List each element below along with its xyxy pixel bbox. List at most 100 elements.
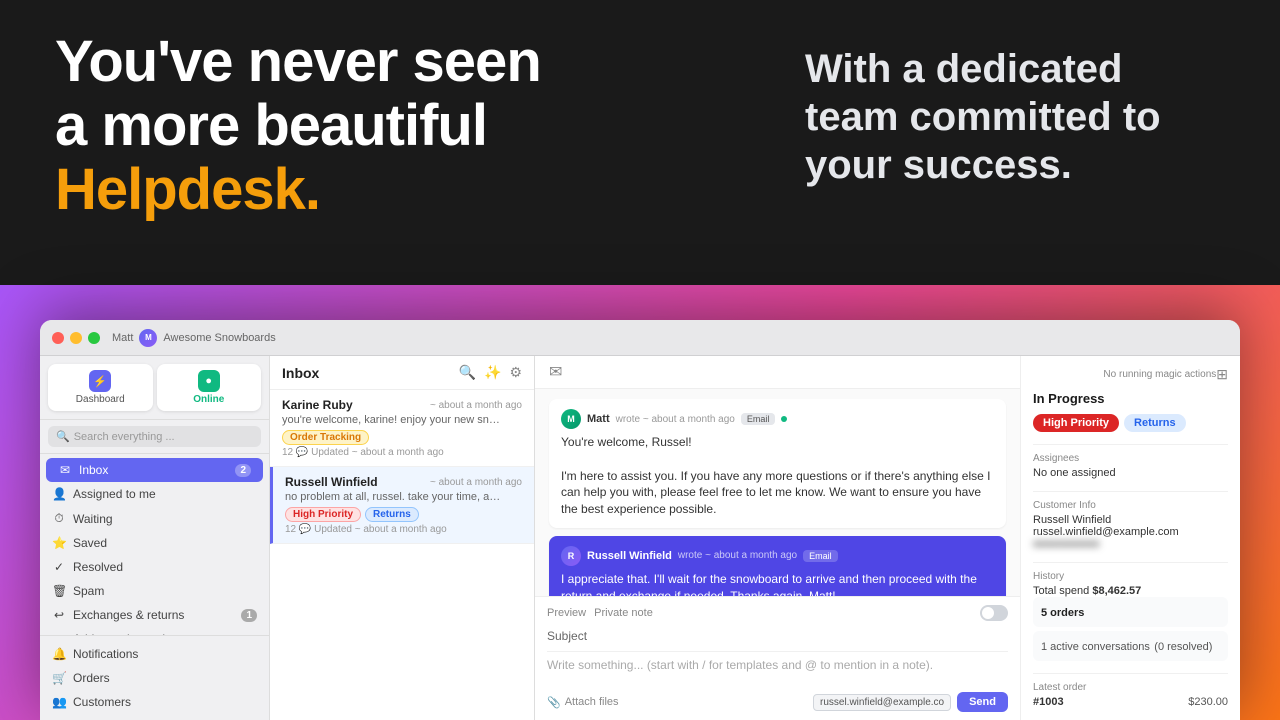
private-note-toggle[interactable] — [980, 605, 1008, 621]
sidebar-item-assigned[interactable]: 👤 Assigned to me — [40, 482, 269, 506]
message-1: M Matt wrote ~ about a month ago Email Y… — [549, 399, 1006, 528]
conversations-count: 1 active conversations — [1041, 641, 1150, 653]
waiting-label: Waiting — [73, 512, 113, 526]
divider-4 — [1033, 673, 1228, 674]
settings-icon[interactable]: ⚙ — [509, 364, 522, 381]
conv-time-karine: ~ about a month ago — [430, 400, 522, 411]
inbox-header-actions: 🔍 ✨ ⚙ — [459, 364, 522, 381]
compose-area: Preview Private note Subject Write somet… — [535, 596, 1020, 720]
search-placeholder: Search everything ... — [74, 431, 175, 443]
sidebar-item-notifications[interactable]: 🔔 Notifications — [40, 642, 269, 666]
compose-body[interactable]: Write something... (start with / for tem… — [547, 658, 1008, 686]
msg-badge-1: Email — [741, 413, 776, 425]
sidebar-item-saved[interactable]: ⭐ Saved — [40, 531, 269, 555]
attach-icon: 📎 — [547, 696, 561, 709]
status-card[interactable]: ● Online — [157, 364, 262, 411]
conv-preview-karine: you're welcome, karine! enjoy your new s… — [282, 414, 502, 426]
history-section: History Total spend $8,462.57 5 orders 1… — [1033, 571, 1228, 661]
dashboard-icon: ⚡ — [89, 370, 111, 392]
exchanges-label: Exchanges & returns — [73, 608, 184, 622]
msg-text-1: You're welcome, Russel!I'm here to assis… — [561, 434, 994, 518]
panel-tags: High Priority Returns — [1033, 414, 1228, 432]
history-label: History — [1033, 571, 1228, 582]
msg-online-dot-1 — [781, 416, 787, 422]
sidebar-item-waiting[interactable]: ⏱ Waiting — [40, 506, 269, 531]
total-spend-label: Total spend — [1033, 585, 1089, 597]
conversation-item-russell[interactable]: Russell Winfield ~ about a month ago no … — [270, 467, 534, 544]
compose-footer: 📎 Attach files russel.winfield@example.c… — [547, 692, 1008, 712]
dashboard-card[interactable]: ⚡ Dashboard — [48, 364, 153, 411]
minimize-button[interactable] — [70, 332, 82, 344]
orders-count: 5 orders — [1041, 607, 1084, 619]
sidebar-bottom: 🔔 Notifications 🛒 Orders 👥 Customers — [40, 635, 269, 720]
app-body: ⚡ Dashboard ● Online 🔍 Search everything… — [40, 356, 1240, 720]
customer-email: russel.winfield@example.com — [1033, 526, 1228, 538]
sidebar-item-exchanges[interactable]: ↩ Exchanges & returns 1 — [40, 603, 269, 627]
exchanges-badge: 1 — [241, 609, 257, 622]
sidebar-search: 🔍 Search everything ... — [40, 420, 269, 454]
search-box[interactable]: 🔍 Search everything ... — [48, 426, 261, 447]
conv-meta-karine: 12 💬 Updated ~ about a month ago — [282, 447, 522, 458]
conv-tags-russell: High Priority Returns — [285, 507, 522, 522]
orders-stat: 5 orders — [1033, 597, 1228, 627]
divider-2 — [1033, 491, 1228, 492]
magic-icon[interactable]: ✨ — [484, 364, 501, 381]
panel-tag-high-priority[interactable]: High Priority — [1033, 414, 1119, 432]
right-panel: No running magic actions ⊞ In Progress H… — [1020, 356, 1240, 720]
conversation-item-karine[interactable]: Karine Ruby ~ about a month ago you're w… — [270, 390, 534, 467]
tag-returns: Returns — [365, 507, 419, 522]
inbox-header: Inbox 🔍 ✨ ⚙ — [270, 356, 534, 390]
sidebar-item-add-saved[interactable]: + Add saved search — [40, 627, 269, 635]
tag-order-tracking: Order Tracking — [282, 430, 369, 445]
titlebar-company: Awesome Snowboards — [163, 332, 275, 344]
conversations-stat: 1 active conversations (0 resolved) — [1033, 631, 1228, 661]
send-button[interactable]: Send — [957, 692, 1008, 712]
exchanges-icon: ↩ — [52, 608, 66, 622]
conv-name-russell: Russell Winfield — [285, 475, 378, 489]
hero-line1: You've never seen — [55, 29, 541, 94]
message-header-2: R Russell Winfield wrote ~ about a month… — [561, 546, 994, 566]
assigned-icon: 👤 — [52, 487, 66, 501]
customer-label: Customer Info — [1033, 500, 1228, 511]
sidebar-item-orders[interactable]: 🛒 Orders — [40, 666, 269, 690]
sidebar-item-spam[interactable]: 🗑 Spam — [40, 579, 269, 603]
conv-time-russell: ~ about a month ago — [430, 477, 522, 488]
tab-private-note[interactable]: Private note — [594, 605, 653, 621]
msg-badge-2: Email — [803, 550, 838, 562]
app-window: Matt M Awesome Snowboards ⚡ Dashboard ● … — [40, 320, 1240, 720]
messages-area: M Matt wrote ~ about a month ago Email Y… — [535, 389, 1020, 596]
status-label: Online — [165, 394, 254, 405]
search-conversations-icon[interactable]: 🔍 — [459, 364, 476, 381]
fullscreen-button[interactable] — [88, 332, 100, 344]
close-button[interactable] — [52, 332, 64, 344]
msg-sender-russell: Russell Winfield — [587, 550, 672, 562]
resolved-label: Resolved — [73, 560, 123, 574]
saved-label: Saved — [73, 536, 107, 550]
latest-order-section: Latest order #1003 $230.00 — [1033, 682, 1228, 708]
tab-preview[interactable]: Preview — [547, 605, 586, 621]
msg-sender-matt-1: Matt — [587, 413, 610, 425]
attach-files-button[interactable]: 📎 Attach files — [547, 696, 619, 709]
title-bar: Matt M Awesome Snowboards — [40, 320, 1240, 356]
msg-meta-1: wrote ~ about a month ago — [616, 414, 735, 425]
customer-section: Customer Info Russell Winfield russel.wi… — [1033, 500, 1228, 550]
panel-status-title: In Progress — [1033, 391, 1228, 406]
hero-right: With a dedicated team committed to your … — [805, 45, 1225, 189]
compose-tab-right — [980, 605, 1008, 621]
grid-icon: ⊞ — [1216, 366, 1228, 383]
right-panel-header: No running magic actions ⊞ — [1033, 366, 1228, 383]
resolved-icon: ✓ — [52, 560, 66, 574]
panel-tag-returns[interactable]: Returns — [1124, 414, 1186, 432]
dashboard-label: Dashboard — [56, 394, 145, 405]
assignees-section: Assignees No one assigned — [1033, 453, 1228, 479]
compose-tabs: Preview Private note — [547, 605, 1008, 621]
orders-icon: 🛒 — [52, 671, 66, 685]
conv-meta-text-russell: 12 💬 Updated ~ about a month ago — [285, 524, 447, 535]
sidebar-item-resolved[interactable]: ✓ Resolved — [40, 555, 269, 579]
sidebar-item-customers[interactable]: 👥 Customers — [40, 690, 269, 714]
search-icon: 🔍 — [56, 430, 70, 443]
conversation-list: Karine Ruby ~ about a month ago you're w… — [270, 390, 534, 720]
sidebar-item-inbox[interactable]: ✉ Inbox 2 — [46, 458, 263, 482]
sidebar-top-cards: ⚡ Dashboard ● Online — [40, 356, 269, 420]
status-section: In Progress High Priority Returns — [1033, 391, 1228, 432]
